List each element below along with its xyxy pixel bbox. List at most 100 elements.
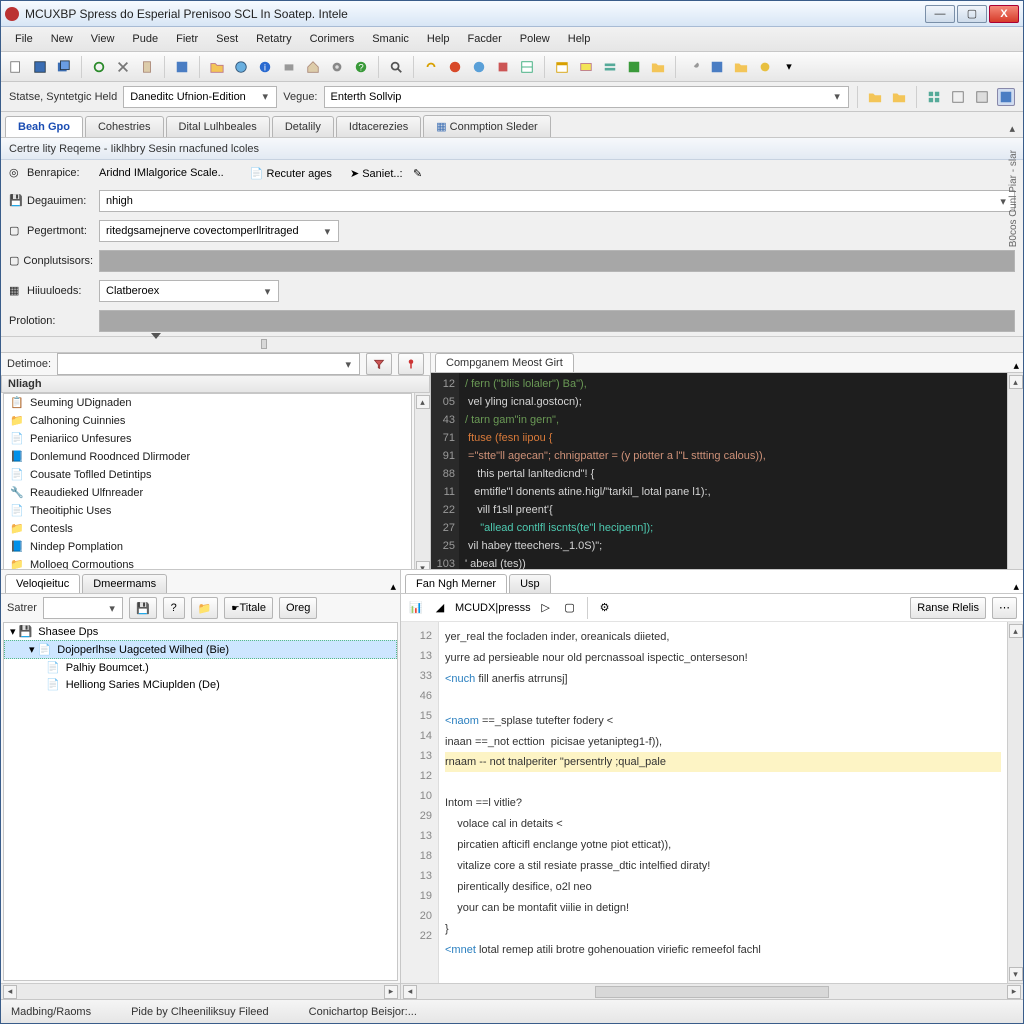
tree-item[interactable]: 📋Seuming UDignaden bbox=[4, 394, 411, 412]
console-code[interactable]: yer_real the focladen inder, oreanicals … bbox=[439, 622, 1007, 983]
tab-usp[interactable]: Usp bbox=[509, 574, 551, 593]
ranse-btn[interactable]: Ranse Rlelis bbox=[910, 597, 986, 619]
oreg-btn[interactable]: Oreg bbox=[279, 597, 317, 619]
pin-btn[interactable] bbox=[398, 353, 424, 375]
more-btn[interactable]: ⋯ bbox=[992, 597, 1017, 619]
home-icon[interactable] bbox=[304, 58, 322, 76]
disk-icon[interactable] bbox=[173, 58, 191, 76]
tab-cohestries[interactable]: Cohestries bbox=[85, 116, 164, 137]
save-icon[interactable] bbox=[31, 58, 49, 76]
tab-beah-gpo[interactable]: Beah Gpo bbox=[5, 116, 83, 137]
folder3-icon[interactable] bbox=[732, 58, 750, 76]
state-input[interactable] bbox=[128, 87, 258, 107]
prolotion-field[interactable] bbox=[99, 310, 1015, 332]
menu-item[interactable]: New bbox=[43, 31, 81, 47]
chevron-down-icon[interactable]: ▾ bbox=[830, 90, 844, 103]
editor-vscroll[interactable]: ▴ ▾ bbox=[1007, 373, 1023, 593]
card-icon[interactable] bbox=[577, 58, 595, 76]
paste-icon[interactable] bbox=[138, 58, 156, 76]
help-icon[interactable]: ? bbox=[163, 597, 185, 619]
conputsisors-field[interactable] bbox=[99, 250, 1015, 272]
recuter-link[interactable]: 📄 Recuter ages bbox=[250, 167, 332, 180]
collapse-icon[interactable]: ▴ bbox=[390, 580, 396, 593]
refresh-icon[interactable] bbox=[90, 58, 108, 76]
open-folder2-icon[interactable] bbox=[890, 88, 908, 106]
table-icon[interactable] bbox=[518, 58, 536, 76]
stack-icon[interactable] bbox=[601, 58, 619, 76]
edit-icon[interactable]: ✎ bbox=[409, 164, 427, 182]
menu-item[interactable]: Pude bbox=[124, 31, 166, 47]
menu-item[interactable]: File bbox=[7, 31, 41, 47]
project-item[interactable]: ▾ 📄 Dojoperlhse Uagceted Wilhed (Bie) bbox=[4, 640, 397, 659]
info-icon[interactable]: i bbox=[256, 58, 274, 76]
chevron-down-icon[interactable]: ▾ bbox=[261, 285, 274, 298]
menu-item[interactable]: Facder bbox=[460, 31, 510, 47]
save-all-icon[interactable] bbox=[55, 58, 73, 76]
ruler[interactable] bbox=[1, 336, 1023, 352]
tree-item[interactable]: 📄Peniariico Unfesures bbox=[4, 430, 411, 448]
tree-item[interactable]: 📄Theoitiphic Uses bbox=[4, 502, 411, 520]
title-btn[interactable]: ☛Titale bbox=[224, 597, 273, 619]
menu-item[interactable]: Polew bbox=[512, 31, 558, 47]
tree-item[interactable]: 📘Nindep Pomplation bbox=[4, 538, 411, 556]
scroll-up-icon[interactable]: ▴ bbox=[416, 395, 430, 409]
project-item[interactable]: 📄 Palhiy Boumcet.) bbox=[4, 659, 397, 676]
close-button[interactable]: X bbox=[989, 5, 1019, 23]
chevron-down-icon[interactable]: ▾ bbox=[321, 225, 334, 238]
layout-icon[interactable] bbox=[949, 88, 967, 106]
gear-icon[interactable]: ⚙ bbox=[596, 599, 614, 617]
collapse-icon[interactable]: ▴ bbox=[1013, 359, 1019, 372]
maximize-button[interactable]: ▢ bbox=[957, 5, 987, 23]
tree-item[interactable]: 📁Contesls bbox=[4, 520, 411, 538]
project-tree[interactable]: ▾ 💾 Shasee Dps ▾ 📄 Dojoperlhse Uagceted … bbox=[3, 622, 398, 981]
project-item[interactable]: 📄 Helliong Saries MCiuplden (De) bbox=[4, 676, 397, 693]
tab-dmeermams[interactable]: Dmeermams bbox=[82, 574, 167, 593]
folder2-icon[interactable] bbox=[649, 58, 667, 76]
print-icon[interactable] bbox=[280, 58, 298, 76]
vscroll[interactable]: ▴ ▾ bbox=[414, 393, 430, 577]
panel-icon[interactable] bbox=[973, 88, 991, 106]
ball-icon[interactable] bbox=[756, 58, 774, 76]
cut-icon[interactable] bbox=[114, 58, 132, 76]
pegertmont-combo[interactable]: ▾ bbox=[99, 220, 339, 242]
menu-item[interactable]: Retatry bbox=[248, 31, 299, 47]
chevron-down-icon[interactable]: ▾ bbox=[258, 90, 272, 103]
folder-icon[interactable]: 📁 bbox=[191, 597, 219, 619]
disk2-icon[interactable] bbox=[708, 58, 726, 76]
chevron-down-icon[interactable]: ▾ bbox=[342, 358, 355, 371]
menu-item[interactable]: Corimers bbox=[302, 31, 363, 47]
menu-item[interactable]: Sest bbox=[208, 31, 246, 47]
console-hscroll[interactable]: ◂ ▸ bbox=[401, 983, 1023, 999]
tree-item[interactable]: 🔧Reaudieked Ulfnreader bbox=[4, 484, 411, 502]
menu-item[interactable]: Help bbox=[419, 31, 458, 47]
collapse-icon[interactable]: ▴ bbox=[1007, 120, 1017, 137]
hscroll[interactable]: ◂ ▸ bbox=[1, 983, 400, 999]
editor-code[interactable]: / fern ("bliis lolaler") Ba"), vel yling… bbox=[459, 373, 1007, 593]
perspective-icon[interactable] bbox=[997, 88, 1015, 106]
tab-veloqieituc[interactable]: Veloqieituc bbox=[5, 574, 80, 593]
vegue-combo[interactable]: ▾ bbox=[324, 86, 850, 108]
vegue-input[interactable] bbox=[329, 87, 831, 107]
collapse-icon[interactable]: ▴ bbox=[1013, 580, 1019, 593]
calendar-icon[interactable] bbox=[553, 58, 571, 76]
tab-idtacerezies[interactable]: Idtacerezies bbox=[336, 116, 421, 137]
chip-icon[interactable]: ◢ bbox=[431, 599, 449, 617]
degauimen-combo[interactable]: ▾ bbox=[99, 190, 1015, 212]
globe2-icon[interactable] bbox=[470, 58, 488, 76]
menu-item[interactable]: View bbox=[83, 31, 123, 47]
globe-icon[interactable] bbox=[232, 58, 250, 76]
tab-detalily[interactable]: Detalily bbox=[272, 116, 334, 137]
search-icon[interactable] bbox=[387, 58, 405, 76]
menu-item[interactable]: Smanic bbox=[364, 31, 417, 47]
dropdown-icon[interactable]: ▾ bbox=[780, 58, 798, 76]
tree-root[interactable]: ▾ 💾 Shasee Dps bbox=[4, 623, 397, 640]
tab-fan-ngh[interactable]: Fan Ngh Merner bbox=[405, 574, 507, 593]
gear-icon[interactable] bbox=[328, 58, 346, 76]
tree-item[interactable]: 📄Cousate Toflled Detintips bbox=[4, 466, 411, 484]
help-icon[interactable]: ? bbox=[352, 58, 370, 76]
new-icon[interactable] bbox=[7, 58, 25, 76]
side-gutter[interactable]: B0cos Ounl Piar - slar bbox=[1004, 150, 1022, 350]
menu-item[interactable]: Help bbox=[560, 31, 599, 47]
saniet-link[interactable]: ➤ Saniet..: bbox=[350, 167, 403, 180]
chart-icon[interactable]: 📊 bbox=[407, 599, 425, 617]
